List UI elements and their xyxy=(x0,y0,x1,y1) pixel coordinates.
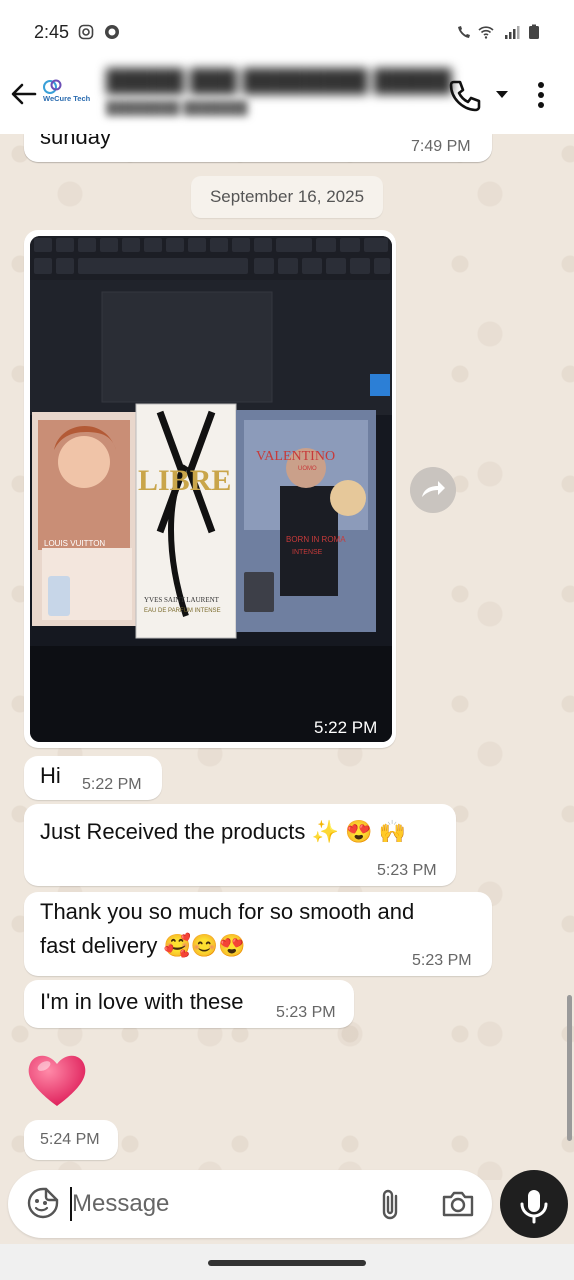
message-bubble-visible[interactable]: sunday 7:49 PM xyxy=(24,134,492,162)
photo-label-libre: LIBRE xyxy=(138,464,231,497)
photo-label-ysl: YVES SAINT LAURENT xyxy=(144,596,220,604)
message-text-line2: fast delivery 🥰😊😍 xyxy=(40,933,246,958)
instagram-icon xyxy=(78,24,94,40)
sticker-icon[interactable] xyxy=(26,1186,60,1220)
message-text-line1: Thank you so much for so smooth and xyxy=(40,899,415,924)
message-input[interactable] xyxy=(72,1184,362,1224)
chevron-down-icon[interactable] xyxy=(494,86,510,102)
heart-emoji-icon[interactable] xyxy=(24,1046,90,1112)
photo-message[interactable]: LOUIS VUITTON LIBRE YVES SAINT LAURENT E… xyxy=(24,230,396,748)
product-photo[interactable]: LOUIS VUITTON LIBRE YVES SAINT LAURENT E… xyxy=(30,236,392,742)
message-bubble[interactable]: Thank you so much for so smooth and fast… xyxy=(24,892,492,976)
voice-message-button[interactable] xyxy=(500,1170,568,1238)
message-time: 5:24 PM xyxy=(40,1131,100,1148)
battery-icon xyxy=(529,24,539,39)
message-time: 5:22 PM xyxy=(82,776,142,793)
avatar-logo-text: WeCure Tech xyxy=(43,94,91,103)
forward-icon[interactable] xyxy=(410,467,456,513)
photo-label-born: BORN IN ROMA xyxy=(286,535,346,544)
system-nav-bar xyxy=(0,1244,574,1280)
message-time: 5:23 PM xyxy=(377,862,437,879)
avatar[interactable]: WeCure Tech xyxy=(40,74,94,110)
message-time: 5:23 PM xyxy=(412,952,472,969)
more-vert-icon[interactable] xyxy=(528,78,554,112)
message-bubble[interactable]: Hi 5:22 PM xyxy=(24,756,162,800)
message-text: sunday xyxy=(40,134,111,149)
photo-label-lv: LOUIS VUITTON xyxy=(44,539,105,548)
photo-label-uomo: UOMO xyxy=(298,466,317,472)
photo-label-intense: INTENSE xyxy=(292,549,323,556)
photo-time: 5:22 PM xyxy=(314,718,378,737)
phone-icon[interactable] xyxy=(448,78,482,112)
wifi-call-icon xyxy=(458,26,470,38)
contact-name[interactable]: █████ ███ ████████ █████ xyxy=(106,68,452,94)
contact-subtitle: ████████ ███████ xyxy=(106,100,248,115)
composer xyxy=(8,1170,492,1238)
whatsapp-status-icon xyxy=(105,25,119,39)
paperclip-icon[interactable] xyxy=(374,1186,408,1222)
message-bubble[interactable]: Just Received the products ✨ 😍 🙌 5:23 PM xyxy=(24,804,456,886)
camera-icon[interactable] xyxy=(440,1186,476,1222)
message-text: I'm in love with these xyxy=(40,989,244,1014)
perfume-boxes-image: LOUIS VUITTON LIBRE YVES SAINT LAURENT E… xyxy=(30,236,392,742)
chat-header-content: WeCure Tech █████ ███ ████████ █████ ███… xyxy=(0,56,574,134)
message-text: Hi xyxy=(40,763,61,788)
date-separator: September 16, 2025 xyxy=(191,176,383,218)
photo-label-edp: EAU DE PARFUM INTENSE xyxy=(144,608,221,614)
signal-icon xyxy=(505,26,520,39)
wecure-logo: WeCure Tech xyxy=(43,79,91,103)
message-bubble[interactable]: I'm in love with these 5:23 PM xyxy=(24,980,354,1028)
message-text: Just Received the products ✨ 😍 🙌 xyxy=(40,819,406,844)
message-time: 7:49 PM xyxy=(411,138,471,155)
scrollbar[interactable] xyxy=(567,995,572,1141)
wifi-icon xyxy=(478,26,494,39)
home-gesture-handle[interactable] xyxy=(208,1260,366,1266)
microphone-icon xyxy=(520,1190,548,1224)
message-time: 5:23 PM xyxy=(276,1004,336,1021)
status-time: 2:45 xyxy=(34,22,70,42)
back-arrow-icon[interactable] xyxy=(8,78,40,110)
message-time-chip: 5:24 PM xyxy=(24,1120,118,1160)
photo-label-valentino: VALENTINO xyxy=(256,449,335,464)
